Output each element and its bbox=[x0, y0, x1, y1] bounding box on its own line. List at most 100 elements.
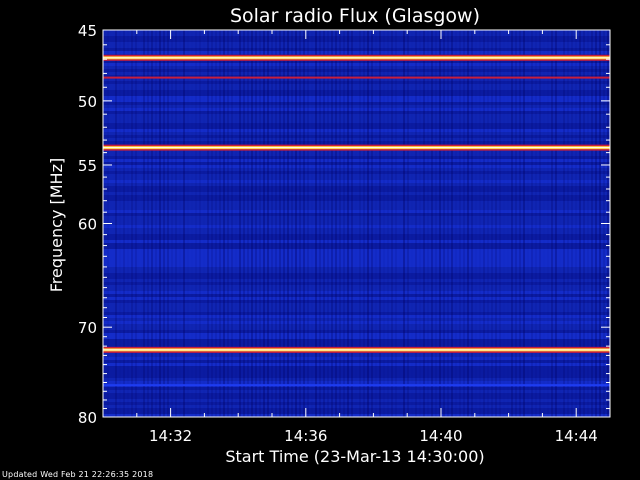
noise-column bbox=[547, 30, 549, 417]
noise-column bbox=[359, 30, 361, 417]
noise-column bbox=[407, 30, 409, 417]
y-tick-label: 70 bbox=[78, 319, 97, 337]
band-peak bbox=[103, 147, 610, 149]
noise-column bbox=[423, 30, 425, 417]
noise-column bbox=[391, 30, 393, 417]
noise-column bbox=[195, 30, 197, 417]
noise-column bbox=[287, 30, 289, 417]
noise-column bbox=[291, 30, 293, 417]
noise-column bbox=[127, 30, 129, 417]
noise-column bbox=[215, 30, 217, 417]
noise-column bbox=[367, 30, 369, 417]
noise-column bbox=[167, 30, 169, 417]
noise-column bbox=[363, 30, 365, 417]
noise-column bbox=[567, 30, 569, 417]
noise-column bbox=[315, 30, 317, 417]
band-peak bbox=[103, 57, 610, 59]
noise-column bbox=[563, 30, 565, 417]
noise-column bbox=[459, 30, 461, 417]
noise-column bbox=[219, 30, 221, 417]
noise-column bbox=[515, 30, 517, 417]
noise-column bbox=[131, 30, 133, 417]
noise-column bbox=[211, 30, 213, 417]
noise-column bbox=[235, 30, 237, 417]
noise-column bbox=[559, 30, 561, 417]
noise-column bbox=[463, 30, 465, 417]
noise-column bbox=[471, 30, 473, 417]
noise-column bbox=[431, 30, 433, 417]
x-tick-label: 14:40 bbox=[419, 427, 462, 445]
noise-column bbox=[183, 30, 185, 417]
noise-column bbox=[443, 30, 445, 417]
noise-column bbox=[539, 30, 541, 417]
chart-title: Solar radio Flux (Glasgow) bbox=[230, 5, 480, 27]
noise-column bbox=[295, 30, 297, 417]
noise-column bbox=[203, 30, 205, 417]
noise-column bbox=[467, 30, 469, 417]
noise-column bbox=[191, 30, 193, 417]
noise-column bbox=[255, 30, 257, 417]
noise-column bbox=[351, 30, 353, 417]
noise-column bbox=[223, 30, 225, 417]
y-tick-label: 80 bbox=[78, 409, 97, 427]
noise-column bbox=[491, 30, 493, 417]
y-tick-label: 45 bbox=[78, 22, 97, 40]
noise-column bbox=[171, 30, 173, 417]
noise-column bbox=[115, 30, 117, 417]
noise-column bbox=[479, 30, 481, 417]
noise-column bbox=[143, 30, 145, 417]
noise-column bbox=[571, 30, 573, 417]
noise-column bbox=[311, 30, 313, 417]
noise-column bbox=[511, 30, 513, 417]
noise-column bbox=[435, 30, 437, 417]
noise-column bbox=[495, 30, 497, 417]
x-axis-label: Start Time (23-Mar-13 14:30:00) bbox=[225, 447, 484, 466]
noise-column bbox=[583, 30, 585, 417]
noise-column bbox=[331, 30, 333, 417]
band-line bbox=[103, 384, 610, 387]
noise-column bbox=[403, 30, 405, 417]
noise-column bbox=[275, 30, 277, 417]
noise-column bbox=[207, 30, 209, 417]
noise-column bbox=[395, 30, 397, 417]
noise-column bbox=[591, 30, 593, 417]
noise-column bbox=[199, 30, 201, 417]
noise-column bbox=[387, 30, 389, 417]
noise-column bbox=[323, 30, 325, 417]
noise-column bbox=[227, 30, 229, 417]
noise-column bbox=[327, 30, 329, 417]
noise-column bbox=[439, 30, 441, 417]
noise-column bbox=[179, 30, 181, 417]
noise-column bbox=[523, 30, 525, 417]
noise-column bbox=[371, 30, 373, 417]
noise-column bbox=[379, 30, 381, 417]
noise-column bbox=[343, 30, 345, 417]
noise-column bbox=[251, 30, 253, 417]
noise-column bbox=[599, 30, 601, 417]
noise-column bbox=[243, 30, 245, 417]
noise-column bbox=[267, 30, 269, 417]
noise-column bbox=[375, 30, 377, 417]
noise-column bbox=[263, 30, 265, 417]
noise-column bbox=[307, 30, 309, 417]
noise-column bbox=[239, 30, 241, 417]
noise-column bbox=[355, 30, 357, 417]
noise-column bbox=[427, 30, 429, 417]
noise-column bbox=[231, 30, 233, 417]
noise-column bbox=[155, 30, 157, 417]
noise-column bbox=[335, 30, 337, 417]
y-tick-label: 60 bbox=[78, 216, 97, 234]
noise-column bbox=[283, 30, 285, 417]
spectrogram-area bbox=[103, 30, 610, 417]
noise-column bbox=[271, 30, 273, 417]
noise-column bbox=[499, 30, 501, 417]
noise-column bbox=[159, 30, 161, 417]
noise-column bbox=[519, 30, 521, 417]
noise-column bbox=[175, 30, 177, 417]
y-tick-label: 50 bbox=[78, 93, 97, 111]
noise-column bbox=[147, 30, 149, 417]
noise-column bbox=[247, 30, 249, 417]
noise-column bbox=[507, 30, 509, 417]
x-tick-label: 14:44 bbox=[555, 427, 598, 445]
noise-column bbox=[595, 30, 597, 417]
